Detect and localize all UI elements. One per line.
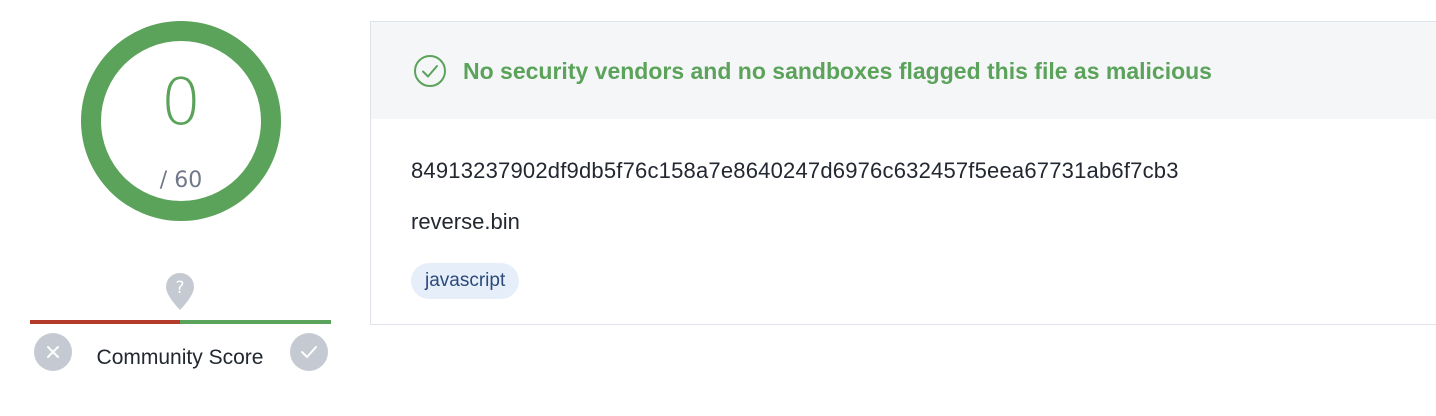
community-score-bar (30, 320, 331, 324)
detection-score-inner: 0 / 60 (101, 41, 261, 201)
file-name: reverse.bin (411, 209, 520, 234)
vote-harmless-button[interactable] (290, 333, 328, 371)
file-report-summary: 0 / 60 ? Community Score No security ven… (0, 0, 1436, 416)
vote-malicious-button[interactable] (34, 333, 72, 371)
checkmark-icon (301, 346, 317, 358)
verdict-text: No security vendors and no sandboxes fla… (463, 58, 1212, 84)
community-score-bar-positive (180, 320, 331, 324)
detection-score-ring: 0 / 60 (81, 21, 281, 221)
community-score-bar-negative (30, 320, 180, 324)
svg-text:?: ? (175, 278, 184, 298)
community-score-label: Community Score (96, 346, 264, 369)
close-icon (47, 346, 59, 358)
check-circle-icon (414, 55, 446, 87)
file-info-card: No security vendors and no sandboxes fla… (370, 21, 1436, 325)
detection-score-total: / 60 (159, 168, 203, 193)
verdict-banner: No security vendors and no sandboxes fla… (371, 22, 1436, 119)
question-marker-icon: ? (166, 273, 194, 310)
detection-score-value: 0 (160, 66, 202, 140)
file-hash: 84913237902df9db5f76c158a7e8640247d6976c… (411, 158, 1179, 183)
file-tag-javascript[interactable]: javascript (411, 263, 520, 299)
